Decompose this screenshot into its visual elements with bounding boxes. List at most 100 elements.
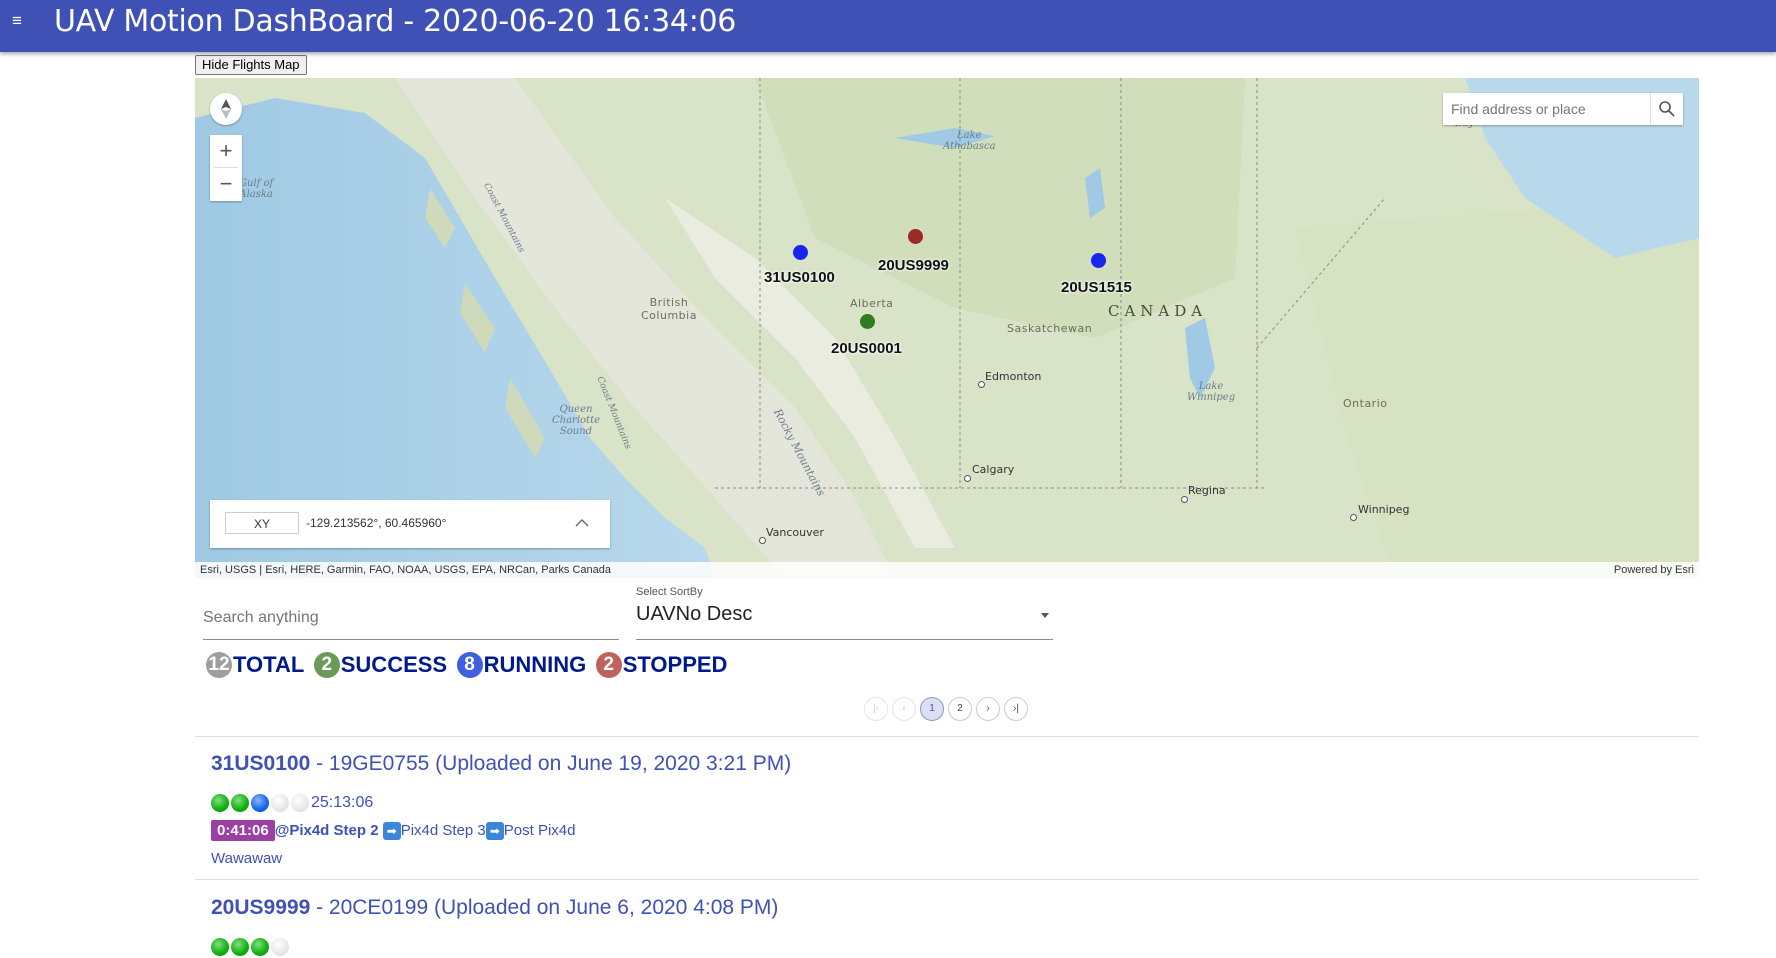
map-label-lake-winnipeg: Lake Winnipeg: [1187, 381, 1236, 403]
progress-indicators: [211, 938, 291, 958]
page-button-2[interactable]: 2: [948, 697, 972, 721]
map-search: [1443, 93, 1683, 125]
step-timer-badge: 0:41:06: [211, 820, 275, 841]
compass-icon: [221, 99, 231, 119]
dropdown-arrow-icon[interactable]: [1041, 613, 1049, 618]
stat-total[interactable]: 12 TOTAL: [206, 652, 304, 678]
divider: [195, 736, 1699, 737]
stat-running[interactable]: 8 RUNNING: [456, 652, 587, 678]
elapsed-time: 25:13:06: [311, 794, 374, 811]
uav-marker-label: 20US9999: [878, 257, 949, 274]
menu-icon[interactable]: ≡: [12, 12, 28, 29]
hide-flights-map-button[interactable]: Hide Flights Map: [195, 55, 307, 75]
city-marker: [978, 381, 985, 388]
stat-stopped[interactable]: 2 STOPPED: [595, 652, 728, 678]
uav-marker-label: 20US1515: [1061, 279, 1132, 296]
city-label: Regina: [1188, 484, 1226, 497]
flight-title[interactable]: 20US9999 - 20CE0199 (Uploaded on June 6,…: [211, 896, 778, 920]
uav-marker[interactable]: [793, 245, 808, 260]
city-label: Calgary: [972, 463, 1015, 476]
flight-row: 31US0100 - 19GE0755 (Uploaded on June 19…: [211, 752, 791, 867]
coordinate-readout: -129.213562°, 60.465960°: [306, 516, 447, 530]
stat-label: TOTAL: [233, 652, 305, 677]
status-dot-pending: [271, 938, 289, 956]
status-dot-complete: [231, 794, 249, 812]
arrow-right-icon: ➡: [382, 821, 401, 840]
status-dot-running: [251, 794, 269, 812]
city-label: Vancouver: [766, 526, 824, 539]
next-step: Pix4d Step 3: [400, 822, 486, 839]
zoom-in-button[interactable]: +: [210, 135, 242, 167]
count-badge: 12: [206, 652, 232, 678]
uav-marker[interactable]: [860, 314, 875, 329]
zoom-controls: + −: [210, 135, 242, 201]
prev-page-button[interactable]: ‹: [892, 697, 916, 721]
uav-marker-label: 31US0100: [764, 269, 835, 286]
uav-number[interactable]: 31US0100: [211, 752, 310, 775]
progress-indicators: 25:13:06: [211, 794, 373, 814]
next-step: Post Pix4d: [503, 822, 576, 839]
city-marker: [759, 537, 766, 544]
coordinate-conversion-widget: XY -129.213562°, 60.465960°: [210, 500, 610, 548]
page-title: UAV Motion DashBoard - 2020-06-20 16:34:…: [54, 4, 737, 39]
stat-label: SUCCESS: [340, 652, 448, 677]
count-badge: 2: [313, 652, 340, 678]
status-dot-complete: [251, 938, 269, 956]
pagination: |‹ ‹ 1 2 › ›|: [864, 697, 1032, 721]
uav-marker[interactable]: [908, 229, 923, 244]
next-page-button[interactable]: ›: [976, 697, 1000, 721]
uav-number[interactable]: 20US9999: [211, 896, 310, 919]
flight-note[interactable]: Wawawaw: [211, 850, 282, 867]
status-dot-pending: [271, 794, 289, 812]
map-label-canada: CANADA: [1108, 302, 1208, 320]
uav-marker[interactable]: [1091, 253, 1106, 268]
flight-row: 20US9999 - 20CE0199 (Uploaded on June 6,…: [211, 896, 778, 956]
map-search-input[interactable]: [1443, 93, 1649, 125]
map-attribution: Esri, USGS | Esri, HERE, Garmin, FAO, NO…: [195, 562, 1699, 578]
status-summary: 12 TOTAL 2 SUCCESS 8 RUNNING 2 STOPPED: [206, 652, 732, 680]
uav-marker-label: 20US0001: [831, 340, 902, 357]
stat-label: RUNNING: [483, 652, 587, 677]
map-label-lake-athabasca: Lake Athabasca: [943, 130, 996, 152]
status-dot-complete: [211, 794, 229, 812]
compass-button[interactable]: [210, 93, 242, 125]
search-input[interactable]: [203, 605, 619, 631]
processing-steps: 0:41:06 @Pix4d Step 2 ➡ Pix4d Step 3 ➡ Post …: [211, 820, 575, 841]
status-dot-pending: [291, 794, 309, 812]
status-dot-complete: [211, 938, 229, 956]
search-icon: [1659, 101, 1675, 117]
status-dot-complete: [231, 938, 249, 956]
attribution-text: Esri, USGS | Esri, HERE, Garmin, FAO, NO…: [200, 564, 611, 576]
map-label-queen-charlotte-sound: Queen Charlotte Sound: [552, 404, 601, 437]
flight-details: - 19GE0755 (Uploaded on June 19, 2020 3:…: [310, 752, 792, 775]
powered-by-esri[interactable]: Powered by Esri: [1614, 562, 1694, 578]
divider: [195, 879, 1699, 880]
page-button-1[interactable]: 1: [920, 697, 944, 721]
arrow-right-icon: ➡: [485, 821, 504, 840]
app-bar: ≡ UAV Motion DashBoard - 2020-06-20 16:3…: [0, 0, 1776, 52]
stat-label: STOPPED: [622, 652, 728, 677]
map-label-gulf-of-alaska: Gulf of Alaska: [239, 178, 274, 200]
chevron-up-icon[interactable]: [572, 512, 592, 534]
stat-success[interactable]: 2 SUCCESS: [313, 652, 448, 678]
sort-select-label: Select SortBy: [636, 586, 703, 598]
sort-select-value[interactable]: UAVNo Desc: [636, 603, 752, 626]
zoom-out-button[interactable]: −: [210, 168, 242, 200]
last-page-button[interactable]: ›|: [1004, 697, 1028, 721]
flights-map[interactable]: Gulf ofAlaska LakeAthabasca Bay BritishC…: [195, 78, 1699, 578]
city-label: Edmonton: [985, 370, 1042, 383]
count-badge: 2: [595, 652, 622, 678]
map-label-saskatchewan: Saskatchewan: [1007, 322, 1093, 335]
flight-title[interactable]: 31US0100 - 19GE0755 (Uploaded on June 19…: [211, 752, 791, 776]
current-step: @Pix4d Step 2: [274, 822, 379, 839]
city-marker: [964, 475, 971, 482]
flight-details: - 20CE0199 (Uploaded on June 6, 2020 4:0…: [310, 896, 779, 919]
map-search-button[interactable]: [1650, 93, 1683, 125]
map-label-alberta: Alberta: [850, 297, 894, 310]
count-badge: 8: [456, 652, 483, 678]
city-marker: [1181, 496, 1188, 503]
city-marker: [1350, 514, 1357, 521]
coordinate-format-select[interactable]: XY: [225, 512, 299, 534]
first-page-button[interactable]: |‹: [864, 697, 888, 721]
sort-select[interactable]: Select SortBy UAVNo Desc: [636, 586, 1053, 640]
